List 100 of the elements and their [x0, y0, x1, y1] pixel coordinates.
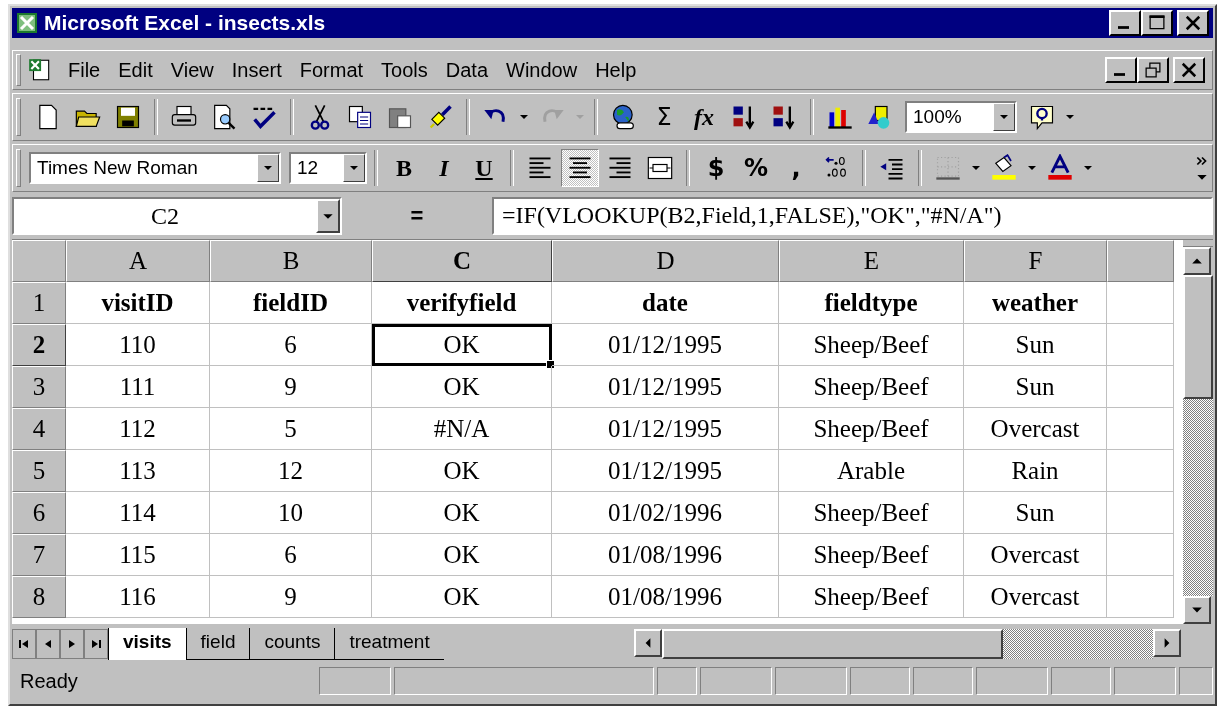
column-header[interactable]: E	[779, 240, 964, 282]
table-cell: Sun	[964, 324, 1107, 366]
horizontal-scrollbar[interactable]	[634, 629, 1181, 659]
menu-item[interactable]: Window	[497, 58, 587, 82]
row-header[interactable]: 5	[12, 450, 66, 492]
row-header[interactable]: 3	[12, 366, 66, 408]
close-button[interactable]	[1173, 57, 1205, 83]
minimize-icon	[1113, 73, 1125, 76]
menu-item[interactable]: Format	[290, 58, 373, 82]
row-header[interactable]: 6	[12, 492, 66, 534]
last-sheet-button[interactable]	[84, 629, 108, 659]
last-arrow-icon	[90, 638, 102, 650]
scroll-up-button[interactable]	[1183, 247, 1211, 275]
table-cell: Sun	[964, 366, 1107, 408]
empty-cell	[1107, 408, 1174, 450]
table-cell: 6	[210, 534, 372, 576]
menu-item[interactable]: File	[59, 58, 110, 82]
next-sheet-button[interactable]	[60, 629, 84, 659]
text-style-button[interactable]: B	[385, 149, 423, 187]
sheet-tab[interactable]: field	[185, 628, 250, 660]
formula-field[interactable]: =IF(VLOOKUP(B2,Field,1,FALSE),"OK","#N/A")	[492, 197, 1213, 235]
table-cell: 114	[66, 492, 210, 534]
column-header[interactable]	[1107, 240, 1174, 282]
number-format-button[interactable]: $	[697, 149, 735, 187]
close-button[interactable]	[1177, 10, 1209, 36]
text-style-button[interactable]: I	[425, 149, 463, 187]
maximize-icon	[1147, 14, 1167, 32]
first-sheet-button[interactable]	[12, 629, 36, 659]
sheet-tab[interactable]: treatment	[334, 628, 444, 660]
equals-button[interactable]: =	[342, 203, 492, 229]
table-cell: 111	[66, 366, 210, 408]
column-header[interactable]: F	[964, 240, 1107, 282]
name-box[interactable]: C2	[12, 197, 342, 235]
row-header[interactable]: 2	[12, 324, 66, 366]
scroll-down-button[interactable]	[1183, 596, 1211, 624]
align-icon[interactable]	[561, 149, 599, 187]
status-pane	[319, 667, 391, 695]
table-cell: 10	[210, 492, 372, 534]
minimize-button[interactable]	[1109, 10, 1141, 36]
status-pane	[700, 667, 772, 695]
autosum-button[interactable]: Σ	[645, 98, 683, 136]
table-cell: #N/A	[372, 408, 552, 450]
font-size-field[interactable]: 12	[289, 152, 367, 184]
table-cell: Sheep/Beef	[779, 408, 964, 450]
menu-item[interactable]: Tools	[372, 58, 437, 82]
table-cell: Rain	[964, 450, 1107, 492]
number-format-button[interactable]: %	[737, 149, 775, 187]
scroll-thumb[interactable]	[1183, 275, 1213, 399]
sheet-tab[interactable]: visits	[108, 628, 186, 660]
minimize-button[interactable]	[1105, 57, 1137, 83]
header-cell: fieldID	[210, 282, 372, 324]
row-header[interactable]: 1	[12, 282, 66, 324]
table-cell: 6	[210, 324, 372, 366]
close-icon	[1179, 61, 1199, 79]
table-cell: OK	[372, 534, 552, 576]
zoom-field[interactable]: 100%	[905, 101, 1017, 133]
table-cell: Sheep/Beef	[779, 324, 964, 366]
scroll-right-button[interactable]	[1153, 629, 1181, 657]
column-header[interactable]: D	[552, 240, 779, 282]
scroll-left-button[interactable]	[634, 629, 662, 657]
dropdown-arrow-icon	[349, 165, 359, 171]
column-header[interactable]: C	[372, 240, 552, 282]
status-pane	[850, 667, 910, 695]
row-header[interactable]: 4	[12, 408, 66, 450]
column-header[interactable]: B	[210, 240, 372, 282]
text-style-button[interactable]: U	[465, 149, 503, 187]
minimize-icon	[1117, 26, 1129, 29]
menu-item[interactable]: Data	[436, 58, 498, 82]
dropdown-arrow-icon	[1083, 165, 1093, 171]
dropdown-arrow-icon	[971, 165, 981, 171]
function-button[interactable]: fx	[685, 98, 723, 136]
table-cell: OK	[372, 492, 552, 534]
empty-cell	[1107, 366, 1174, 408]
font-field[interactable]: Times New Roman	[29, 152, 281, 184]
dropdown-arrow-icon	[575, 114, 585, 120]
menu-item[interactable]: Edit	[109, 58, 162, 82]
menu-item[interactable]: Help	[586, 58, 646, 82]
number-format-button[interactable]: ,	[777, 149, 815, 187]
table-cell: Sheep/Beef	[779, 576, 964, 618]
scroll-thumb[interactable]	[662, 629, 1003, 659]
row-header[interactable]: 8	[12, 576, 66, 618]
header-cell: date	[552, 282, 779, 324]
table-cell: OK	[372, 324, 552, 366]
table-cell: Sheep/Beef	[779, 366, 964, 408]
restore-icon	[1143, 61, 1163, 79]
maximize-button[interactable]	[1141, 10, 1173, 36]
restore-button[interactable]	[1137, 57, 1169, 83]
menu-item[interactable]: Insert	[222, 58, 291, 82]
empty-cell	[1107, 576, 1174, 618]
column-header[interactable]: A	[66, 240, 210, 282]
menu-item[interactable]: View	[161, 58, 223, 82]
table-cell: 9	[210, 366, 372, 408]
header-cell: visitID	[66, 282, 210, 324]
previous-sheet-button[interactable]	[36, 629, 60, 659]
close-icon	[1183, 14, 1203, 32]
sheet-tab[interactable]: counts	[249, 628, 335, 660]
select-all-corner[interactable]	[12, 240, 66, 282]
table-cell: OK	[372, 576, 552, 618]
table-cell: 112	[66, 408, 210, 450]
row-header[interactable]: 7	[12, 534, 66, 576]
